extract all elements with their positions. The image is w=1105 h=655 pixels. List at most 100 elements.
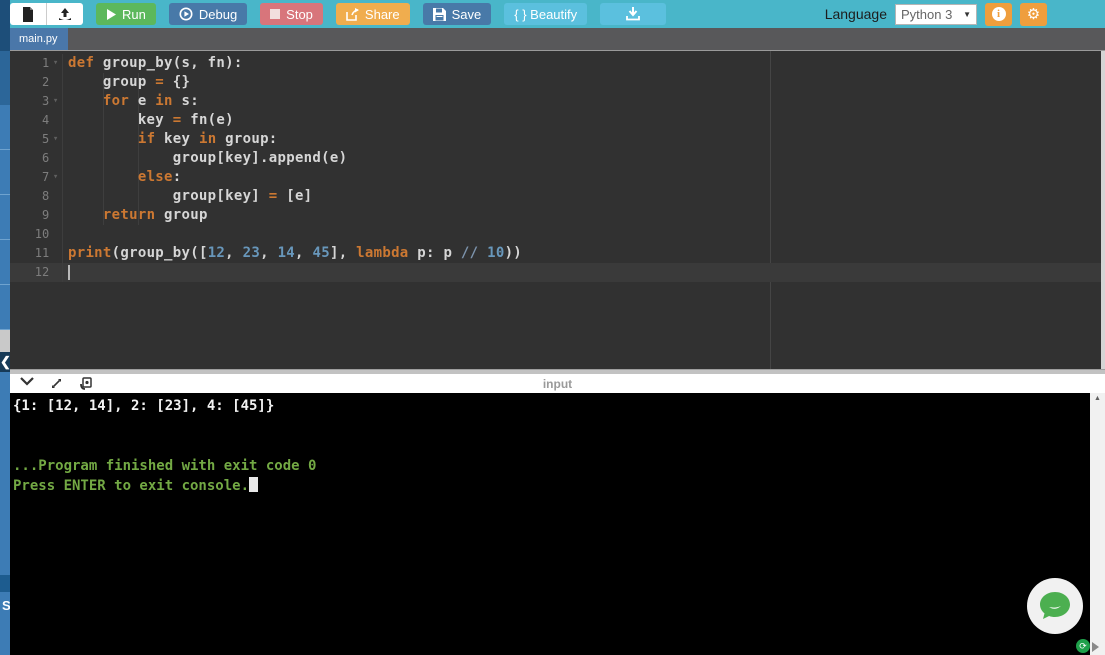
gutter-cell[interactable]: 5 ▾ xyxy=(10,130,63,149)
gutter-cell[interactable]: 10 xyxy=(10,225,63,244)
line-number: 10 xyxy=(34,227,50,241)
gutter-cell[interactable]: 4 xyxy=(10,111,63,130)
gutter-cell[interactable]: 2 xyxy=(10,73,63,92)
tab-label: main.py xyxy=(19,33,58,45)
gutter-cell[interactable]: 9 xyxy=(10,206,63,225)
console-output[interactable]: {1: [12, 14], 2: [23], 4: [45]} ...Progra… xyxy=(9,393,1090,655)
eco-badge-icon[interactable]: ⟳ xyxy=(1076,639,1090,653)
language-select[interactable]: Python 3 ▼ xyxy=(895,3,977,25)
beautify-button[interactable]: { } Beautify xyxy=(504,3,588,25)
fold-toggle-icon[interactable]: ▾ xyxy=(49,54,62,73)
collapse-console-icon[interactable] xyxy=(20,377,34,386)
editor-line[interactable]: 6 group[key].append(e) xyxy=(10,149,1105,168)
gutter-cell[interactable]: 8 xyxy=(10,187,63,206)
editor-line[interactable]: 11 print(group_by([12, 23, 14, 45], lambd… xyxy=(10,244,1105,263)
chat-bubble-icon xyxy=(1040,592,1070,619)
console-title: input xyxy=(542,376,573,391)
console-line: Press ENTER to exit console. xyxy=(13,476,1090,496)
gutter-cell[interactable]: 12 xyxy=(10,263,63,282)
file-button-group xyxy=(10,3,83,25)
editor-line[interactable]: 3 ▾ for e in s: xyxy=(10,92,1105,111)
panel-collapse-chevron-icon[interactable]: ❮ xyxy=(0,352,10,372)
editor-line[interactable]: 9 return group xyxy=(10,206,1105,225)
code-line-text: group = {} xyxy=(68,74,191,90)
editor-line[interactable]: 8 group[key] = [e] xyxy=(10,187,1105,206)
code-line-text: def group_by(s, fn): xyxy=(68,55,243,71)
editor-lines: 1 ▾ def group_by(s, fn): 2 group = {} 3 ▾ for… xyxy=(10,54,1105,282)
language-label: Language xyxy=(824,6,887,22)
share-button[interactable]: Share xyxy=(335,3,410,25)
detach-console-icon[interactable] xyxy=(79,377,92,390)
open-project-button[interactable] xyxy=(47,3,83,25)
chat-widget-button[interactable] xyxy=(1027,578,1083,634)
editor-line[interactable]: 4 key = fn(e) xyxy=(10,111,1105,130)
fold-toggle-icon[interactable]: ▾ xyxy=(49,130,62,149)
editor-line[interactable]: 2 group = {} xyxy=(10,73,1105,92)
debug-button-label: Debug xyxy=(198,6,238,22)
editor-scrollbar[interactable] xyxy=(1101,51,1105,369)
gutter-cell[interactable]: 1 ▾ xyxy=(10,54,63,73)
code-line-text: return group xyxy=(102,207,208,223)
code-line-text xyxy=(63,263,70,282)
code-line-text: if key in group: xyxy=(137,131,278,147)
fold-toggle-icon[interactable]: ▾ xyxy=(49,168,62,187)
panel-sliver-items xyxy=(0,105,10,330)
play-icon xyxy=(107,8,116,20)
save-button[interactable]: Save xyxy=(422,3,492,25)
gutter-cell[interactable]: 7 ▾ xyxy=(10,168,63,187)
terminal-cursor xyxy=(249,477,259,492)
gutter-cell[interactable]: 3 ▾ xyxy=(10,92,63,111)
editor-line[interactable]: 10 xyxy=(10,225,1105,244)
corner-caret-icon[interactable] xyxy=(1092,642,1099,652)
top-toolbar: Run Debug Stop Share Save { } Beautify L… xyxy=(0,0,1105,28)
collapsed-left-panel[interactable]: ❮ S xyxy=(0,0,10,655)
console-line: {1: [12, 14], 2: [23], 4: [45]} xyxy=(13,398,275,414)
scroll-up-icon[interactable]: ▲ xyxy=(1090,395,1105,402)
line-number: 8 xyxy=(42,189,50,203)
fold-toggle-icon[interactable]: ▾ xyxy=(49,92,62,111)
run-button-label: Run xyxy=(122,6,146,22)
gutter-cell[interactable]: 6 xyxy=(10,149,63,168)
debug-button[interactable]: Debug xyxy=(168,3,248,25)
settings-button[interactable]: ⚙ xyxy=(1020,2,1047,26)
chevron-down-icon: ▼ xyxy=(963,9,971,19)
editor-line[interactable]: 5 ▾ if key in group: xyxy=(10,130,1105,149)
download-button[interactable] xyxy=(600,3,667,25)
save-button-label: Save xyxy=(451,6,482,22)
expand-console-icon[interactable] xyxy=(50,377,63,390)
code-line-text: else: xyxy=(137,169,182,185)
tab-main-py[interactable]: main.py xyxy=(10,28,68,50)
toolbar-right: Language Python 3 ▼ i ⚙ xyxy=(825,0,1047,28)
open-upload-icon xyxy=(59,8,71,20)
save-icon xyxy=(432,7,446,21)
run-button[interactable]: Run xyxy=(96,3,156,25)
line-number: 1 xyxy=(42,56,50,70)
console-scrollbar[interactable]: ▲ xyxy=(1090,393,1105,655)
console-toolbar: input xyxy=(10,374,1105,393)
code-line-text: print(group_by([12, 23, 14, 45], lambda … xyxy=(68,245,523,261)
code-line-text: key = fn(e) xyxy=(68,112,234,128)
gutter-cell[interactable]: 11 xyxy=(10,244,63,263)
editor-tab-bar: main.py xyxy=(0,28,1105,51)
code-editor[interactable]: 1 ▾ def group_by(s, fn): 2 group = {} 3 ▾ for… xyxy=(10,51,1105,369)
info-button[interactable]: i xyxy=(985,2,1012,26)
line-number: 4 xyxy=(42,113,50,127)
download-icon xyxy=(626,7,641,21)
editor-line[interactable]: 7 ▾ else: xyxy=(10,168,1105,187)
editor-line[interactable]: 1 ▾ def group_by(s, fn): xyxy=(10,54,1105,73)
new-file-button[interactable] xyxy=(10,3,46,25)
editor-line[interactable]: 12 xyxy=(10,263,1105,282)
language-select-value: Python 3 xyxy=(901,6,953,22)
stop-button[interactable]: Stop xyxy=(260,3,323,25)
panel-sliver-lower xyxy=(0,372,10,575)
